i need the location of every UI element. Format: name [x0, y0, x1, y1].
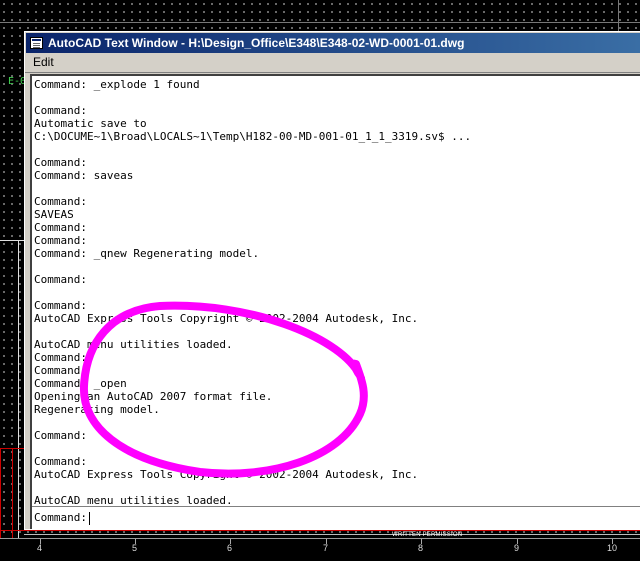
- drawing-red-line: [0, 530, 640, 531]
- text-window-icon[interactable]: [30, 37, 43, 49]
- history-line: Command:: [34, 364, 87, 377]
- drawing-border-line: [0, 240, 24, 241]
- history-line: [34, 91, 640, 104]
- history-line: [34, 260, 640, 273]
- history-line: Opening an AutoCAD 2007 format file.: [34, 390, 273, 403]
- ruler-label: 7: [323, 543, 329, 553]
- history-line: AutoCAD Express Tools Copyright © 2002-2…: [34, 312, 419, 325]
- history-line: Command: _explode 1 found: [34, 78, 200, 91]
- drawing-border-line: [24, 534, 640, 535]
- history-line: Command: _qnew Regenerating model.: [34, 247, 260, 260]
- history-line: Command:: [34, 156, 87, 169]
- history-line: Command:: [34, 221, 87, 234]
- drawing-ruler: 4 5 6 7 8 9 10: [0, 538, 640, 561]
- history-line: SAVEAS: [34, 208, 74, 221]
- history-line: [34, 416, 640, 429]
- command-history-lines: Command: _explode 1 found Command: Automat…: [32, 76, 640, 507]
- ruler-label: 5: [132, 543, 138, 553]
- history-line: Command:: [34, 104, 87, 117]
- history-line: Command:: [34, 299, 87, 312]
- drawing-red-line: [12, 448, 13, 538]
- history-line: AutoCAD menu utilities loaded.: [34, 338, 233, 351]
- menu-item-edit[interactable]: Edit: [31, 53, 56, 72]
- history-line: [34, 182, 640, 195]
- history-line: Command:: [34, 234, 87, 247]
- history-line: Automatic save to: [34, 117, 147, 130]
- history-line: Command: saveas: [34, 169, 134, 182]
- menu-bar: Edit: [25, 53, 640, 73]
- history-line: [34, 286, 640, 299]
- command-prompt: Command:: [34, 511, 87, 524]
- history-line: [34, 325, 640, 338]
- history-line: Command: _open: [34, 377, 127, 390]
- ruler-label: 4: [37, 543, 43, 553]
- history-line: Regenerating model.: [34, 403, 160, 416]
- text-cursor: [88, 511, 90, 525]
- history-line: Command:: [34, 195, 87, 208]
- drawing-border-line: [618, 0, 619, 32]
- command-history-pane[interactable]: Command: _explode 1 found Command: Automat…: [30, 74, 640, 529]
- autocad-text-window[interactable]: AutoCAD Text Window - H:\Design_Office\E…: [24, 31, 640, 530]
- history-line: AutoCAD Express Tools Copyright © 2002-2…: [34, 468, 419, 481]
- ruler-label: 9: [514, 543, 520, 553]
- history-line: [34, 481, 640, 494]
- history-line: [34, 442, 640, 455]
- drawing-border-line: [18, 240, 19, 540]
- command-line[interactable]: Command:: [32, 506, 640, 529]
- history-line: Command:: [34, 455, 87, 468]
- window-title: AutoCAD Text Window - H:\Design_Office\E…: [48, 36, 465, 50]
- ruler-label: 6: [227, 543, 233, 553]
- ruler-label: 10: [607, 543, 618, 553]
- history-line: C:\DOCUME~1\Broad\LOCALS~1\Temp\H182-00-…: [34, 130, 472, 143]
- history-line: Command:: [34, 273, 87, 286]
- window-title-bar[interactable]: AutoCAD Text Window - H:\Design_Office\E…: [26, 33, 640, 53]
- drawing-border-line: [0, 22, 640, 23]
- drawing-red-line: [0, 448, 1, 538]
- history-line: Command:: [34, 351, 87, 364]
- history-line: Command:: [34, 429, 87, 442]
- ruler-label: 8: [418, 543, 424, 553]
- history-line: [34, 143, 640, 156]
